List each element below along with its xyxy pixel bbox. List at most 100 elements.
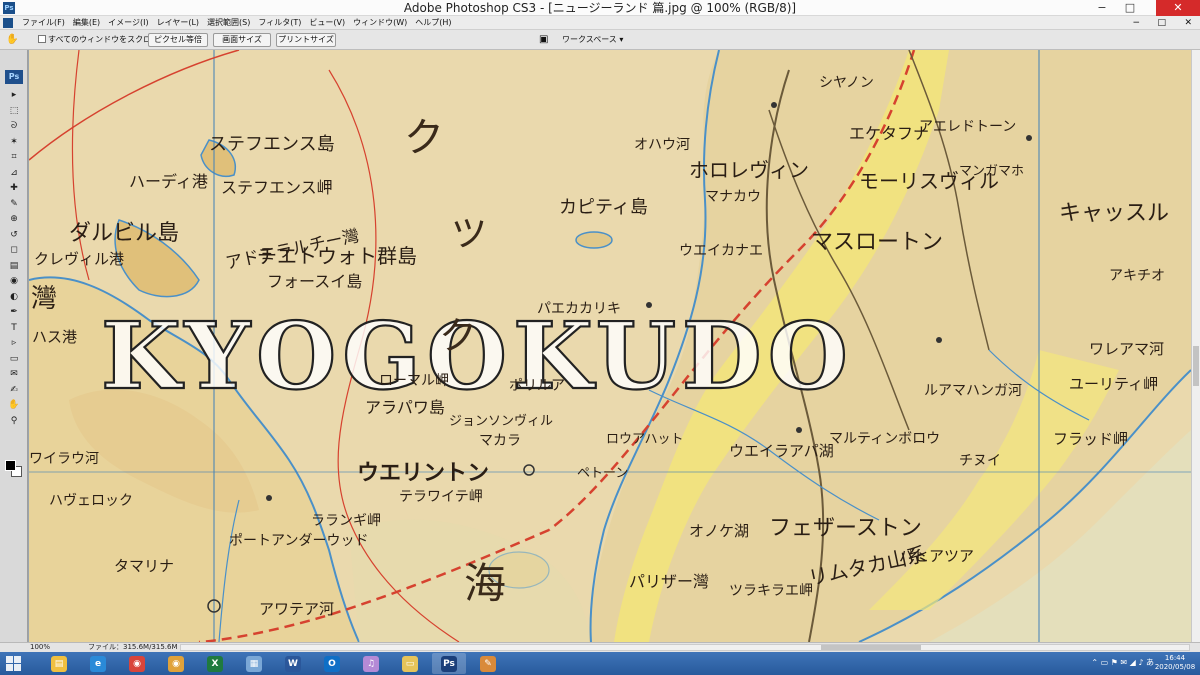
excel-icon: X	[207, 655, 223, 672]
map-label-petone: ペトーン	[577, 466, 629, 481]
taskbar-chrome-button[interactable]: ◉	[120, 653, 154, 674]
brush-tool-icon[interactable]: ✎	[7, 199, 21, 210]
document-icon[interactable]	[3, 18, 13, 28]
pen-tool-icon[interactable]: ✒	[7, 307, 21, 318]
map-label-cape-turakirae: ツラキラエ岬	[729, 583, 813, 599]
eraser-tool-icon[interactable]: ◻	[7, 245, 21, 256]
menu-item-1[interactable]: 編集(E)	[69, 16, 104, 30]
doc-close-button[interactable]: ✕	[1184, 16, 1192, 30]
healing-brush-icon[interactable]: ✚	[7, 183, 21, 194]
fit-screen-button[interactable]: 画面サイズ	[213, 33, 271, 47]
foreground-color-swatch[interactable]	[5, 460, 16, 471]
menu-item-3[interactable]: レイヤー(L)	[153, 16, 203, 30]
marquee-tool-icon[interactable]: ⬚	[7, 106, 21, 117]
map-label-rarangi: ラランギ岬	[311, 513, 381, 529]
close-button[interactable]: ✕	[1156, 0, 1200, 16]
path-selection-icon[interactable]: ▹	[7, 338, 21, 349]
map-label-castlepoint: キャッスル	[1059, 201, 1170, 226]
crop-tool-icon[interactable]: ⌗	[7, 152, 21, 163]
photoshop-window: Ps Adobe Photoshop CS3 - [ニュージーランド 篇.jpg…	[0, 0, 1200, 675]
map-label-stephens-cape: ステフエンス岬	[221, 178, 333, 197]
gradient-tool-icon[interactable]: ▤	[7, 261, 21, 272]
vertical-scrollbar[interactable]	[1191, 50, 1200, 642]
map-label-palliser: パリザー灣	[629, 572, 710, 591]
menu-item-6[interactable]: ビュー(V)	[305, 16, 349, 30]
explorer-icon: ▤	[51, 655, 67, 672]
hand-tool-icon[interactable]: ✋▾	[6, 33, 22, 59]
clock[interactable]: 16:44 2020/05/08	[1154, 654, 1196, 672]
system-tray[interactable]: ⌃ ▭ ⚑ ✉ ◢ ♪ あ	[1091, 657, 1154, 668]
windows-taskbar: ▤ e ◉ ◉ X ▦ W O ♫ ▭ Ps ✎ ⌃ ▭ ⚑ ✉ ◢ ♪ あ 16:44 2020/0…	[0, 652, 1200, 675]
move-tool-icon[interactable]: ▸	[7, 90, 21, 101]
menu-item-5[interactable]: フィルタ(T)	[254, 16, 305, 30]
maximize-button[interactable]: □	[1116, 0, 1144, 16]
notes-tool-icon[interactable]: ✉	[7, 369, 21, 380]
menu-item-2[interactable]: イメージ(I)	[104, 16, 152, 30]
slice-tool-icon[interactable]: ⊿	[7, 168, 21, 179]
eyedropper-tool-icon[interactable]: ✍	[7, 385, 21, 396]
doc-restore-button[interactable]: □	[1157, 16, 1166, 30]
map-label-eketahuna: エケタフナ	[849, 124, 930, 143]
taskbar-ie-button[interactable]: e	[81, 653, 115, 674]
windows-explorer-icon: ▦	[246, 655, 262, 672]
map-label-greville: クレヴィル港	[34, 250, 125, 268]
print-size-button[interactable]: プリントサイズ	[276, 33, 336, 47]
map-label-shannon: シヤノン	[819, 75, 874, 91]
checkbox-box[interactable]	[38, 35, 46, 43]
file-size-info[interactable]: ファイル：315.6M/315.6M	[88, 643, 178, 652]
map-label-johnsonville: ジョンソンヴィル	[449, 414, 554, 429]
hand-tool-icon[interactable]: ✋	[7, 400, 21, 411]
lasso-tool-icon[interactable]: ᘐ	[7, 121, 21, 132]
document-canvas[interactable]: KYOGOKUDO ク ツ ク 海 ステフエンス島 ハーディ港 ステフエンス岬 …	[29, 50, 1191, 642]
workspace-menu[interactable]: ワークスペース ▾	[562, 33, 623, 47]
taskbar-itunes-button[interactable]: ♫	[354, 653, 388, 674]
blur-tool-icon[interactable]: ◉	[7, 276, 21, 287]
map-label-makara: マカラ	[479, 433, 521, 449]
taskbar-word-button[interactable]: W	[276, 653, 310, 674]
start-button[interactable]	[6, 656, 22, 671]
horizontal-scrollbar[interactable]	[180, 644, 1190, 651]
photoshop-icon: Ps	[441, 655, 457, 672]
map-label-tamarina: タマリナ	[114, 557, 175, 575]
history-brush-icon[interactable]: ↺	[7, 230, 21, 241]
workspace-icon[interactable]: ▣	[539, 33, 555, 47]
taskbar-folder-button[interactable]: ▭	[393, 653, 427, 674]
magic-wand-icon[interactable]: ✶	[7, 137, 21, 148]
shape-tool-icon[interactable]: ▭	[7, 354, 21, 365]
map-label-wairau: ワイラウ河	[29, 451, 99, 467]
map-label-havelock: ハヴェロック	[49, 493, 133, 509]
menu-item-0[interactable]: ファイル(F)	[18, 16, 69, 30]
map-label-featherston: フェザーストン	[769, 516, 922, 541]
windows-logo-icon	[6, 656, 13, 663]
map-label-uriti: ユーリティ岬	[1069, 375, 1159, 393]
taskbar-excel-button[interactable]: X	[198, 653, 232, 674]
map-label-chetwode: チエトウォト群島	[257, 244, 417, 268]
horizontal-scroll-thumb[interactable]	[821, 645, 921, 650]
map-label-wan: 灣	[31, 284, 58, 314]
type-tool-icon[interactable]: T	[7, 323, 21, 334]
taskbar-explorer-button[interactable]: ▤	[42, 653, 76, 674]
map-label-aekdh: アエレドトーン	[919, 119, 1017, 135]
map-label-romal: ローマル岬	[379, 373, 449, 389]
map-label-masterton: マスロートン	[811, 230, 944, 255]
dodge-tool-icon[interactable]: ◐	[7, 292, 21, 303]
doc-minimize-button[interactable]: −	[1132, 16, 1140, 30]
taskbar-windows-explorer-button[interactable]: ▦	[237, 653, 271, 674]
menu-item-8[interactable]: ヘルプ(H)	[411, 16, 455, 30]
zoom-tool-icon[interactable]: ⚲	[7, 416, 21, 427]
map-label-kapiti: カピティ島	[559, 197, 648, 218]
zoom-level[interactable]: 100%	[30, 643, 50, 652]
taskbar-outlook-button[interactable]: O	[315, 653, 349, 674]
map-label-ku2: ク	[439, 314, 478, 358]
minimize-button[interactable]: −	[1088, 0, 1116, 16]
vertical-scroll-thumb[interactable]	[1193, 346, 1199, 386]
taskbar-paint-button[interactable]: ✎	[471, 653, 505, 674]
taskbar-chrome-alt-button[interactable]: ◉	[159, 653, 193, 674]
clone-stamp-icon[interactable]: ⊕	[7, 214, 21, 225]
menu-item-4[interactable]: 選択範囲(S)	[203, 16, 254, 30]
actual-pixels-button[interactable]: ピクセル等倍	[148, 33, 208, 47]
map-label-tinui: チヌイ	[959, 453, 1001, 469]
menu-item-7[interactable]: ウィンドウ(W)	[349, 16, 411, 30]
taskbar-photoshop-button[interactable]: Ps	[432, 653, 466, 674]
map-label-horowhenua: ホロレヴィン	[689, 158, 809, 182]
